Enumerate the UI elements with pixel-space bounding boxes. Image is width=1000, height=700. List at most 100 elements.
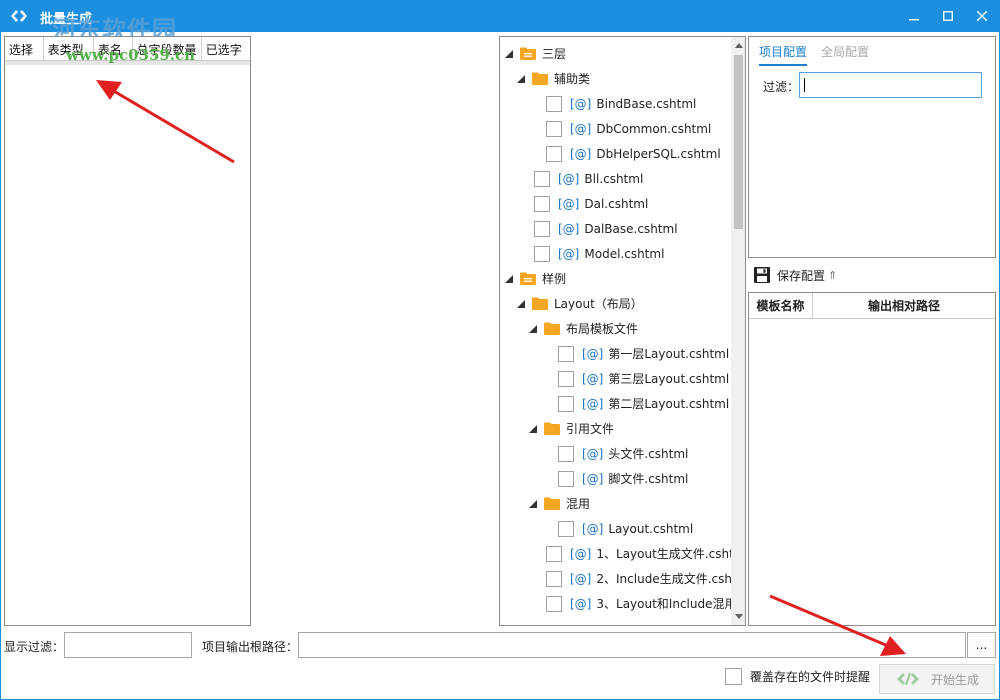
minimize-button[interactable] bbox=[897, 0, 931, 32]
tree-file-item[interactable]: [@] 头文件.cshtml bbox=[558, 441, 688, 466]
tree-folder-item[interactable]: 布局模板文件 bbox=[528, 316, 638, 341]
tree-file-item[interactable]: [@] DbHelperSQL.cshtml bbox=[546, 141, 721, 166]
tree-file-item[interactable]: [@] Layout.cshtml bbox=[558, 516, 693, 541]
template-checkbox[interactable] bbox=[546, 545, 562, 562]
grid-header: 选择 表类型 表名 总字段数量 已选字 bbox=[5, 37, 250, 61]
tree-item-label: Layout（布局） bbox=[554, 297, 643, 311]
expand-arrow-icon[interactable] bbox=[516, 299, 526, 309]
table-grid[interactable]: 选择 表类型 表名 总字段数量 已选字 bbox=[4, 36, 251, 626]
close-button[interactable] bbox=[965, 0, 999, 32]
start-generate-button[interactable]: 开始生成 bbox=[879, 664, 995, 694]
tree-file-item[interactable]: [@] 3、Layout和Include混用 bbox=[546, 591, 737, 616]
tree-folder-item[interactable]: Layout（布局） bbox=[516, 291, 643, 316]
save-config-label: 保存配置 bbox=[777, 268, 826, 283]
template-checkbox[interactable] bbox=[546, 595, 562, 612]
template-checkbox[interactable] bbox=[546, 145, 562, 162]
tree-file-item[interactable]: [@] DalBase.cshtml bbox=[534, 216, 678, 241]
display-filter-input[interactable] bbox=[64, 632, 192, 658]
template-checkbox[interactable] bbox=[558, 470, 574, 487]
tree-file-item[interactable]: [@] BindBase.cshtml bbox=[546, 91, 696, 116]
tree-file-item[interactable]: [@] 第二层Layout.cshtml bbox=[558, 391, 729, 416]
tree-file-item[interactable]: [@] Model.cshtml bbox=[534, 241, 664, 266]
generate-icon bbox=[896, 672, 919, 686]
grid-col-selected[interactable]: 已选字 bbox=[202, 37, 250, 60]
template-tree[interactable]: 三层 辅助类 [@] BindBase.cshtml [@] DbCommon.cshtm… bbox=[499, 36, 746, 626]
grid-col-table-name[interactable]: 表名 bbox=[94, 37, 133, 60]
tree-file-item[interactable]: [@] Bll.cshtml bbox=[534, 166, 643, 191]
tree-item-prefix: [@] bbox=[570, 546, 592, 561]
save-config-button[interactable]: 保存配置 ⇑ bbox=[753, 264, 837, 286]
template-checkbox[interactable] bbox=[534, 220, 550, 237]
expand-arrow-icon[interactable] bbox=[528, 499, 538, 509]
expand-arrow-icon[interactable] bbox=[516, 74, 526, 84]
maximize-button[interactable] bbox=[931, 0, 965, 32]
tree-vertical-scrollbar[interactable] bbox=[731, 37, 745, 625]
template-checkbox[interactable] bbox=[558, 520, 574, 537]
tree-item-label: DbCommon.cshtml bbox=[596, 121, 712, 136]
template-checkbox[interactable] bbox=[546, 95, 562, 112]
template-checkbox[interactable] bbox=[534, 195, 550, 212]
tree-file-item[interactable]: [@] 脚文件.cshtml bbox=[558, 466, 688, 491]
tree-item-prefix: [@] bbox=[582, 471, 604, 486]
tree-folder-item[interactable]: 混用 bbox=[528, 491, 590, 516]
tab-global-config[interactable]: 全局配置 bbox=[821, 43, 869, 60]
tree-file-item[interactable]: [@] DbCommon.cshtml bbox=[546, 116, 711, 141]
tree-item-label: Model.cshtml bbox=[584, 246, 665, 261]
tree-item-label: 脚文件.cshtml bbox=[608, 472, 689, 486]
config-panel: 项目配置 全局配置 过滤： bbox=[748, 36, 996, 258]
template-checkbox[interactable] bbox=[558, 370, 574, 387]
tree-item-label: 引用文件 bbox=[566, 422, 615, 436]
tree-item-label: 第一层Layout.cshtml bbox=[608, 347, 730, 361]
config-filter-input[interactable] bbox=[799, 72, 982, 98]
tree-folder-item[interactable]: 引用文件 bbox=[528, 416, 614, 441]
template-checkbox[interactable] bbox=[558, 345, 574, 362]
window-title: 批量生成 bbox=[40, 12, 93, 27]
output-path-input[interactable] bbox=[298, 632, 966, 658]
expand-arrow-icon[interactable] bbox=[504, 49, 514, 59]
overwrite-checkbox[interactable] bbox=[725, 668, 742, 685]
template-output-table[interactable]: 模板名称 输出相对路径 bbox=[748, 292, 996, 626]
grid-horizontal-scrollbar[interactable] bbox=[5, 61, 250, 65]
tree-item-prefix: [@] bbox=[582, 371, 604, 386]
template-checkbox[interactable] bbox=[558, 445, 574, 462]
tree-file-item[interactable]: [@] 第三层Layout.cshtml bbox=[558, 366, 729, 391]
title-bar[interactable]: 批量生成 河东软件园 bbox=[0, 0, 1000, 44]
grid-col-field-count[interactable]: 总字段数量 bbox=[133, 37, 202, 60]
tree-item-label: 混用 bbox=[566, 497, 591, 511]
template-table-header: 模板名称 输出相对路径 bbox=[749, 293, 995, 319]
template-checkbox[interactable] bbox=[534, 170, 550, 187]
tree-item-label: DalBase.cshtml bbox=[584, 221, 678, 236]
tree-item-label: 第三层Layout.cshtml bbox=[608, 372, 730, 386]
scroll-up-icon[interactable] bbox=[734, 41, 743, 50]
tree-folder-item[interactable]: 辅助类 bbox=[516, 66, 590, 91]
col-output-path[interactable]: 输出相对路径 bbox=[813, 293, 995, 318]
tree-file-item[interactable]: [@] Dal.cshtml bbox=[534, 191, 648, 216]
template-checkbox[interactable] bbox=[558, 395, 574, 412]
maximize-icon bbox=[943, 11, 953, 21]
template-checkbox[interactable] bbox=[546, 120, 562, 137]
tree-file-item[interactable]: [@] 第一层Layout.cshtml bbox=[558, 341, 729, 366]
tree-file-item[interactable]: [@] 1、Layout生成文件.cshtml bbox=[546, 541, 746, 566]
col-template-name[interactable]: 模板名称 bbox=[749, 293, 813, 318]
template-checkbox[interactable] bbox=[534, 245, 550, 262]
tab-project-config[interactable]: 项目配置 bbox=[759, 43, 808, 66]
grid-col-table-type[interactable]: 表类型 bbox=[44, 37, 94, 60]
tree-item-prefix: [@] bbox=[570, 121, 592, 136]
tree-item-label: 1、Layout生成文件.cshtml bbox=[596, 547, 746, 561]
save-icon bbox=[754, 267, 770, 283]
expand-arrow-icon[interactable] bbox=[528, 424, 538, 434]
scroll-thumb[interactable] bbox=[734, 55, 743, 229]
tree-file-item[interactable]: [@] 2、Include生成文件.cshtml bbox=[546, 566, 745, 591]
folder-icon bbox=[544, 322, 560, 335]
template-checkbox[interactable] bbox=[546, 570, 562, 587]
bottom-bar: 显示过滤： 项目输出根路径： ... bbox=[0, 630, 1000, 660]
expand-arrow-icon[interactable] bbox=[504, 274, 514, 284]
scroll-down-icon[interactable] bbox=[734, 612, 743, 621]
expand-arrow-icon[interactable] bbox=[528, 324, 538, 334]
tree-folder-item[interactable]: 三层 bbox=[504, 41, 566, 66]
overwrite-option[interactable]: 覆盖存在的文件时提醒 bbox=[725, 668, 870, 685]
browse-button[interactable]: ... bbox=[967, 632, 996, 658]
grid-col-select[interactable]: 选择 bbox=[5, 37, 44, 60]
tree-folder-item[interactable]: 样例 bbox=[504, 266, 566, 291]
tree-item-prefix: [@] bbox=[558, 221, 580, 236]
